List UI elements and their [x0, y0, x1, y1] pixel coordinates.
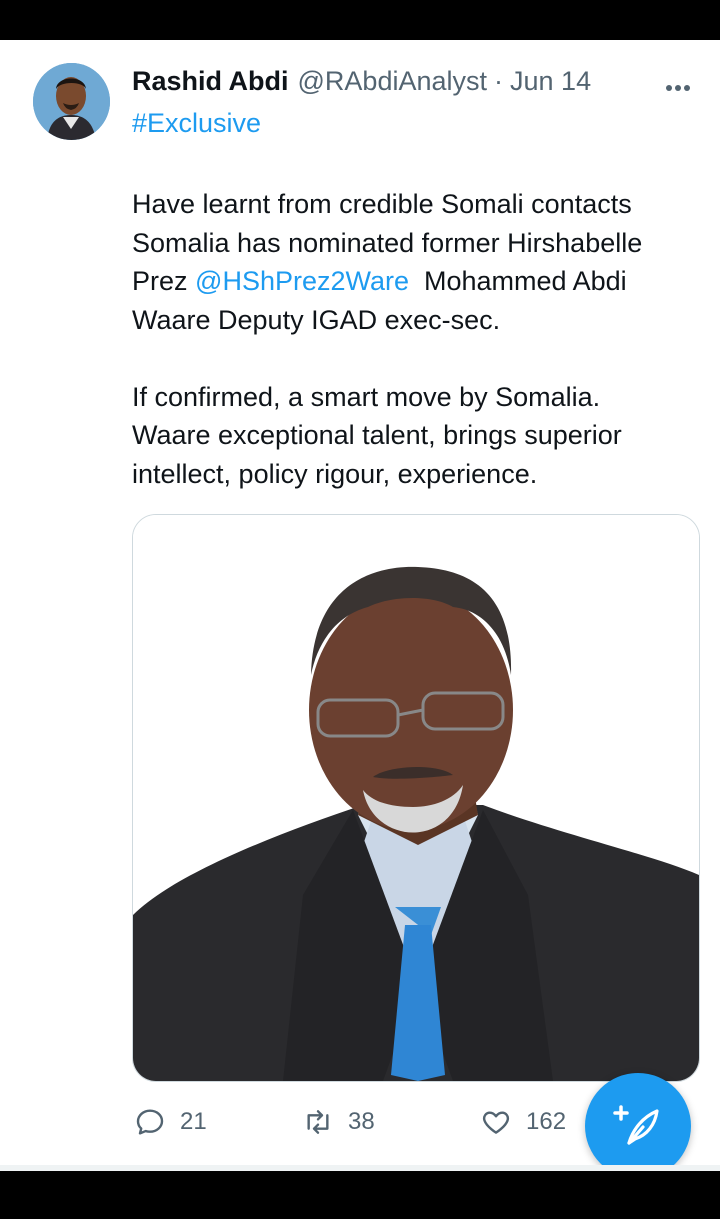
heart-icon: [482, 1111, 510, 1134]
tweet-photo[interactable]: [132, 514, 700, 1082]
status-bar: [0, 0, 720, 40]
portrait-image: [133, 515, 699, 1081]
like-count: 162: [526, 1108, 567, 1135]
tweet-text: Have learnt from credible Somali contact…: [132, 185, 702, 493]
tweet-text-line: If confirmed, a smart move by Somalia.: [132, 381, 601, 412]
mention-link[interactable]: @HShPrez2Ware: [195, 266, 409, 296]
reply-count: 21: [180, 1108, 207, 1135]
tweet-text-line: Prez @HShPrez2Ware Mohammed Abdi: [132, 262, 702, 301]
tweet-header: Rashid Abdi @RAbdiAnalyst · Jun 14: [132, 66, 591, 100]
retweet-button[interactable]: 38: [302, 1106, 375, 1138]
more-horizontal-icon[interactable]: [666, 78, 696, 91]
reply-icon: [136, 1109, 164, 1135]
tweet-date[interactable]: Jun 14: [510, 66, 591, 97]
hashtag-link[interactable]: #Exclusive: [132, 108, 261, 139]
tweet-text-line: Waare exceptional talent, brings superio…: [132, 420, 622, 450]
tweet-text-line: intellect, policy rigour, experience.: [132, 458, 538, 489]
tweet-text-line: Waare Deputy IGAD exec-sec.: [132, 304, 501, 335]
navigation-bar: [0, 1171, 720, 1219]
compose-tweet-icon: [613, 1105, 659, 1145]
separator: ·: [494, 66, 504, 96]
avatar[interactable]: [33, 63, 110, 140]
author-name[interactable]: Rashid Abdi: [132, 66, 289, 97]
compose-tweet-button[interactable]: [585, 1073, 691, 1179]
reply-button[interactable]: 21: [134, 1106, 207, 1138]
tweet-text-line: Somalia has nominated former Hirshabelle: [132, 227, 643, 258]
retweet-icon: [307, 1110, 329, 1134]
like-button[interactable]: 162: [480, 1106, 566, 1138]
tweet-text-fragment: Mohammed Abdi: [409, 266, 627, 296]
retweet-count: 38: [348, 1108, 375, 1135]
tweet-text-fragment: Prez: [132, 266, 196, 296]
author-handle[interactable]: @RAbdiAnalyst: [298, 66, 488, 97]
tweet-text-line: Have learnt from credible Somali contact…: [132, 189, 632, 219]
